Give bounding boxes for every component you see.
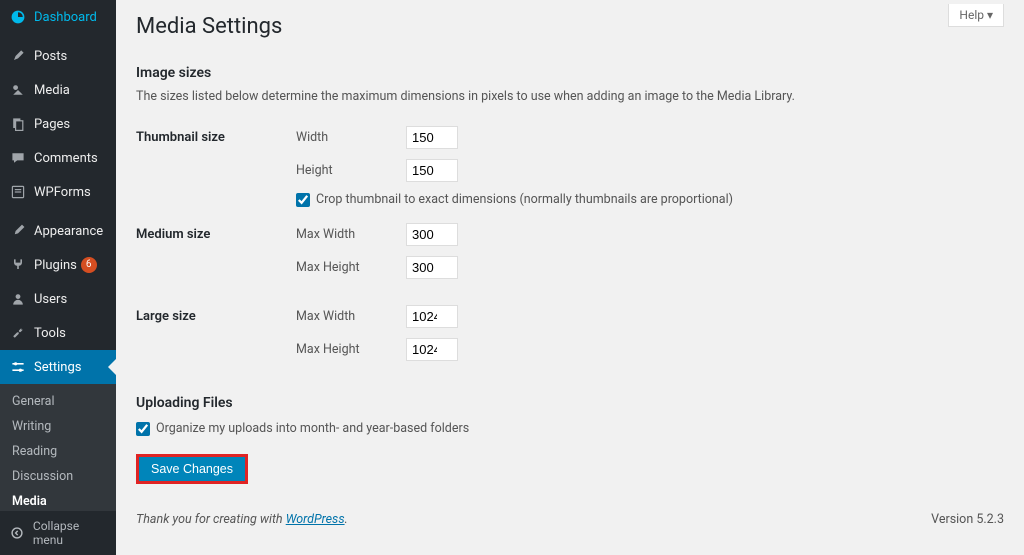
maxwidth-label: Max Width [296,227,406,242]
footer: Thank you for creating with WordPress. V… [136,512,1004,539]
section-image-sizes: Image sizes [136,65,1004,81]
sidebar-label: Settings [34,360,81,375]
medium-size-label: Medium size [136,215,296,297]
sidebar-item-dashboard[interactable]: Dashboard [0,0,116,34]
plug-icon [8,255,28,275]
thumbnail-width-input[interactable] [406,126,458,149]
sidebar-item-settings[interactable]: Settings [0,350,116,384]
wpforms-icon [8,182,28,202]
user-icon [8,289,28,309]
submenu-discussion[interactable]: Discussion [0,464,116,489]
sidebar-label: Pages [34,117,70,132]
collapse-label: Collapse menu [33,519,108,547]
sidebar-label: Users [34,292,67,307]
maxwidth-label: Max Width [296,309,406,324]
sidebar-item-media[interactable]: Media [0,73,116,107]
large-size-label: Large size [136,297,296,379]
maxheight-label: Max Height [296,342,406,357]
sidebar-label: Plugins [34,258,77,273]
sidebar-label: Appearance [34,224,103,239]
sidebar-item-wpforms[interactable]: WPForms [0,175,116,209]
sidebar-label: Dashboard [34,10,97,25]
sidebar-label: WPForms [34,185,91,200]
admin-sidebar: Dashboard Posts Media Pages Comments W [0,0,116,555]
sidebar-label: Posts [34,49,67,64]
organize-checkbox[interactable] [136,422,150,436]
crop-label: Crop thumbnail to exact dimensions (norm… [316,192,733,207]
sidebar-label: Tools [34,326,66,341]
submenu-reading[interactable]: Reading [0,439,116,464]
submenu-writing[interactable]: Writing [0,414,116,439]
sidebar-item-appearance[interactable]: Appearance [0,214,116,248]
comments-icon [8,148,28,168]
settings-submenu: General Writing Reading Discussion Media… [0,384,116,511]
crop-checkbox[interactable] [296,193,310,207]
submenu-general[interactable]: General [0,389,116,414]
sidebar-item-posts[interactable]: Posts [0,39,116,73]
medium-height-input[interactable] [406,256,458,279]
help-tab[interactable]: Help ▾ [948,4,1004,27]
wrench-icon [8,323,28,343]
pin-icon [8,46,28,66]
organize-label: Organize my uploads into month- and year… [156,421,469,436]
sidebar-item-tools[interactable]: Tools [0,316,116,350]
section-uploading: Uploading Files [136,395,1004,411]
content-area: Help ▾ Media Settings Image sizes The si… [116,0,1024,555]
sidebar-label: Media [34,83,70,98]
update-badge: 6 [81,257,97,273]
page-title: Media Settings [136,0,1004,49]
pages-icon [8,114,28,134]
collapse-icon [8,523,27,543]
sliders-icon [8,357,28,377]
collapse-menu[interactable]: Collapse menu [0,511,116,555]
sidebar-item-plugins[interactable]: Plugins 6 [0,248,116,282]
sidebar-item-pages[interactable]: Pages [0,107,116,141]
thumbnail-height-input[interactable] [406,159,458,182]
width-label: Width [296,130,406,145]
submenu-media[interactable]: Media [0,489,116,511]
form-table: Thumbnail size Width Height Crop thumbna… [136,118,1004,379]
wordpress-link[interactable]: WordPress [286,512,345,527]
media-icon [8,80,28,100]
footer-thanks: Thank you for creating with [136,512,286,527]
large-height-input[interactable] [406,338,458,361]
thumbnail-size-label: Thumbnail size [136,118,296,215]
large-width-input[interactable] [406,305,458,328]
height-label: Height [296,163,406,178]
save-changes-button[interactable]: Save Changes [136,454,248,484]
brush-icon [8,221,28,241]
maxheight-label: Max Height [296,260,406,275]
sidebar-item-comments[interactable]: Comments [0,141,116,175]
version-text: Version 5.2.3 [931,512,1004,527]
sidebar-item-users[interactable]: Users [0,282,116,316]
sizes-description: The sizes listed below determine the max… [136,89,1004,104]
medium-width-input[interactable] [406,223,458,246]
dashboard-icon [8,7,28,27]
sidebar-label: Comments [34,151,98,166]
